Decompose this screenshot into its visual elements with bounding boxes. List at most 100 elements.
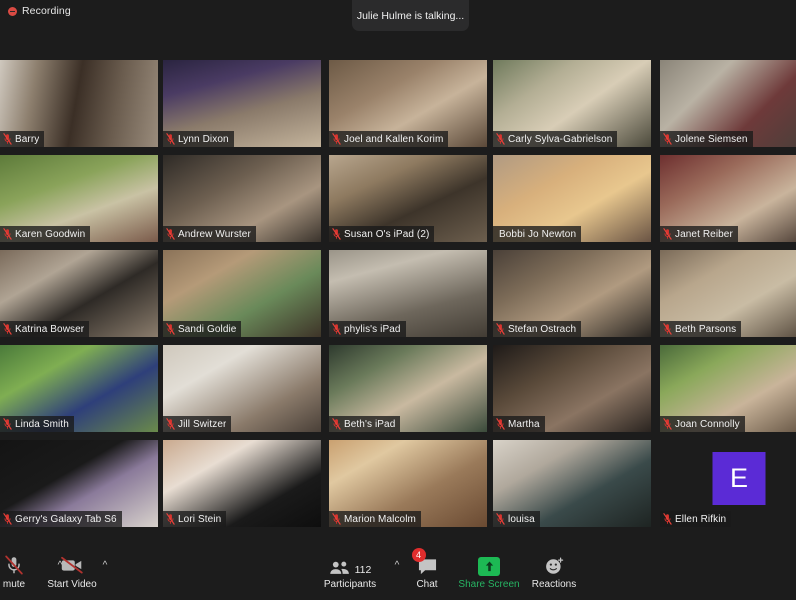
- participant-nameplate: Stefan Ostrach: [493, 321, 582, 337]
- participant-nameplate: Lori Stein: [163, 511, 227, 527]
- participant-name: Bobbi Jo Newton: [499, 228, 577, 240]
- participants-icon: 112: [329, 552, 372, 576]
- mic-muted-icon: [663, 323, 672, 335]
- participant-tile[interactable]: Lori Stein: [163, 440, 321, 527]
- participant-tile[interactable]: Linda Smith: [0, 345, 158, 432]
- participant-tile[interactable]: phylis's iPad: [329, 250, 487, 337]
- participant-name: Martha: [508, 418, 540, 430]
- participant-tile[interactable]: Bobbi Jo Newton: [493, 155, 651, 242]
- participant-tile[interactable]: Katrina Bowser: [0, 250, 158, 337]
- participants-button[interactable]: 112 Participants: [315, 552, 385, 590]
- participant-tile[interactable]: Jolene Siemsen: [660, 60, 796, 147]
- participant-nameplate: Jill Switzer: [163, 416, 232, 432]
- participant-tile[interactable]: Marion Malcolm: [329, 440, 487, 527]
- participant-tile[interactable]: E Ellen Rifkin: [660, 440, 796, 527]
- participant-video-grid: Barry Lynn Dixon Joel and Kallen Korim Carl…: [0, 60, 796, 540]
- participant-nameplate: Lynn Dixon: [163, 131, 234, 147]
- participant-name: Janet Reiber: [675, 228, 733, 240]
- participant-tile[interactable]: Sandi Goldie: [163, 250, 321, 337]
- chat-unread-badge: 4: [411, 548, 426, 562]
- chat-button[interactable]: 4 Chat: [392, 548, 462, 590]
- mic-muted-icon: [3, 133, 12, 145]
- reactions-button-label: Reactions: [531, 579, 577, 590]
- participant-name: Lynn Dixon: [178, 133, 229, 145]
- participant-nameplate: phylis's iPad: [329, 321, 406, 337]
- zoom-meeting-window: Recording Julie Hulme is talking... Barr…: [0, 0, 796, 600]
- participant-tile[interactable]: Susan O's iPad (2): [329, 155, 487, 242]
- participants-count: 112: [354, 564, 372, 576]
- start-video-button[interactable]: Start Video: [37, 552, 107, 590]
- mic-muted-icon: [3, 552, 25, 576]
- reactions-button[interactable]: Reactions: [519, 552, 589, 590]
- mic-muted-icon: [496, 513, 505, 525]
- participant-name: Jolene Siemsen: [675, 133, 748, 145]
- participant-name: Marion Malcolm: [344, 513, 416, 525]
- participant-name: Sandi Goldie: [178, 323, 237, 335]
- participant-nameplate: Joan Connolly: [660, 416, 745, 432]
- participant-tile[interactable]: Carly Sylva-Gabrielson: [493, 60, 651, 147]
- participant-nameplate: Barry: [0, 131, 45, 147]
- active-speaker-banner: Julie Hulme is talking...: [352, 0, 469, 31]
- participant-nameplate: Linda Smith: [0, 416, 74, 432]
- participant-name: Lori Stein: [178, 513, 222, 525]
- participant-row: Barry Lynn Dixon Joel and Kallen Korim Carl…: [0, 60, 796, 151]
- participant-name: Stefan Ostrach: [508, 323, 577, 335]
- recording-dot-icon: [8, 6, 17, 16]
- mic-muted-icon: [663, 228, 672, 240]
- participant-nameplate: Ellen Rifkin: [660, 511, 732, 527]
- participant-tile[interactable]: Martha: [493, 345, 651, 432]
- participant-tile[interactable]: Barry: [0, 60, 158, 147]
- mic-muted-icon: [166, 418, 175, 430]
- participant-tile[interactable]: louisa: [493, 440, 651, 527]
- mic-muted-icon: [496, 418, 505, 430]
- video-off-icon: [59, 552, 85, 576]
- participant-tile[interactable]: Stefan Ostrach: [493, 250, 651, 337]
- mic-muted-icon: [663, 418, 672, 430]
- participant-name: Susan O's iPad (2): [344, 228, 430, 240]
- reactions-icon: [544, 552, 565, 576]
- participant-tile[interactable]: Gerry's Galaxy Tab S6: [0, 440, 158, 527]
- mic-muted-icon: [332, 228, 341, 240]
- video-options-caret-icon[interactable]: ^: [99, 560, 111, 572]
- chat-icon: 4: [411, 548, 438, 576]
- recording-indicator[interactable]: Recording: [8, 5, 71, 17]
- mic-muted-icon: [166, 133, 175, 145]
- participant-tile[interactable]: Janet Reiber: [660, 155, 796, 242]
- participant-nameplate: Bobbi Jo Newton: [493, 226, 582, 242]
- participant-nameplate: Sandi Goldie: [163, 321, 242, 337]
- participant-nameplate: Carly Sylva-Gabrielson: [493, 131, 618, 147]
- share-screen-icon: [478, 552, 500, 576]
- participant-nameplate: Andrew Wurster: [163, 226, 256, 242]
- recording-label: Recording: [22, 5, 71, 17]
- participant-tile[interactable]: Beth Parsons: [660, 250, 796, 337]
- participant-name: Karen Goodwin: [15, 228, 86, 240]
- mic-muted-icon: [166, 513, 175, 525]
- mute-button-label: mute: [2, 579, 26, 590]
- share-screen-button[interactable]: Share Screen: [454, 552, 524, 590]
- participant-name: louisa: [508, 513, 535, 525]
- mic-muted-icon: [663, 513, 672, 525]
- participant-name: Gerry's Galaxy Tab S6: [15, 513, 117, 525]
- participant-nameplate: Katrina Bowser: [0, 321, 90, 337]
- participant-tile[interactable]: Jill Switzer: [163, 345, 321, 432]
- chat-button-label: Chat: [416, 579, 438, 590]
- mic-muted-icon: [166, 323, 175, 335]
- participant-tile[interactable]: Karen Goodwin: [0, 155, 158, 242]
- meeting-controls-toolbar: mute ^ Start Video ^ 112 Participants ^ …: [0, 548, 796, 600]
- mic-muted-icon: [3, 418, 12, 430]
- participant-nameplate: Beth Parsons: [660, 321, 742, 337]
- participant-tile[interactable]: Joan Connolly: [660, 345, 796, 432]
- participant-nameplate: Susan O's iPad (2): [329, 226, 435, 242]
- participant-tile[interactable]: Lynn Dixon: [163, 60, 321, 147]
- mic-muted-icon: [332, 323, 341, 335]
- mic-muted-icon: [496, 133, 505, 145]
- participant-nameplate: Jolene Siemsen: [660, 131, 753, 147]
- participant-name: Beth Parsons: [675, 323, 737, 335]
- participant-name: Joel and Kallen Korim: [344, 133, 444, 145]
- mic-muted-icon: [663, 133, 672, 145]
- participant-tile[interactable]: Joel and Kallen Korim: [329, 60, 487, 147]
- participant-tile[interactable]: Andrew Wurster: [163, 155, 321, 242]
- participant-row: Karen Goodwin Andrew Wurster Susan O's iPa…: [0, 155, 796, 246]
- participant-tile[interactable]: Beth's iPad: [329, 345, 487, 432]
- mic-muted-icon: [3, 513, 12, 525]
